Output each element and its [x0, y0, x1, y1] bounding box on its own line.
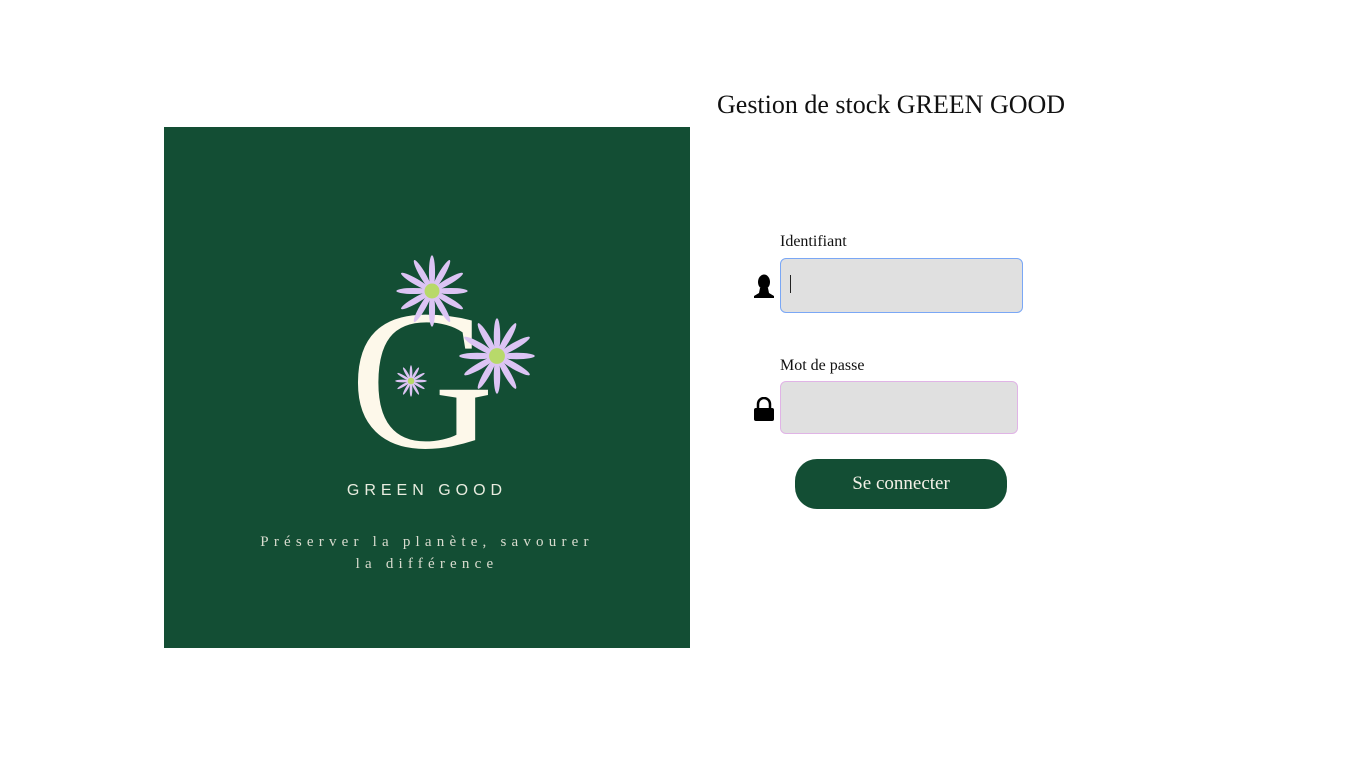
login-button[interactable]: Se connecter: [795, 459, 1007, 509]
username-input[interactable]: [780, 258, 1023, 313]
lock-icon: [754, 397, 774, 421]
tagline-line-2: la différence: [355, 556, 499, 572]
username-label: Identifiant: [780, 233, 847, 250]
brand-logo-panel: G GREEN GOOD Préserver la planète, savou…: [164, 127, 690, 648]
password-input[interactable]: [780, 381, 1018, 434]
tagline-line-1: Préserver la planète, savourer: [260, 534, 594, 550]
tagline: Préserver la planète, savourer la différ…: [224, 531, 630, 575]
page-title: Gestion de stock GREEN GOOD: [717, 90, 1066, 119]
password-label: Mot de passe: [780, 357, 865, 374]
user-icon: [754, 274, 774, 298]
brand-name: GREEN GOOD: [346, 482, 508, 499]
text-cursor: [790, 275, 791, 293]
